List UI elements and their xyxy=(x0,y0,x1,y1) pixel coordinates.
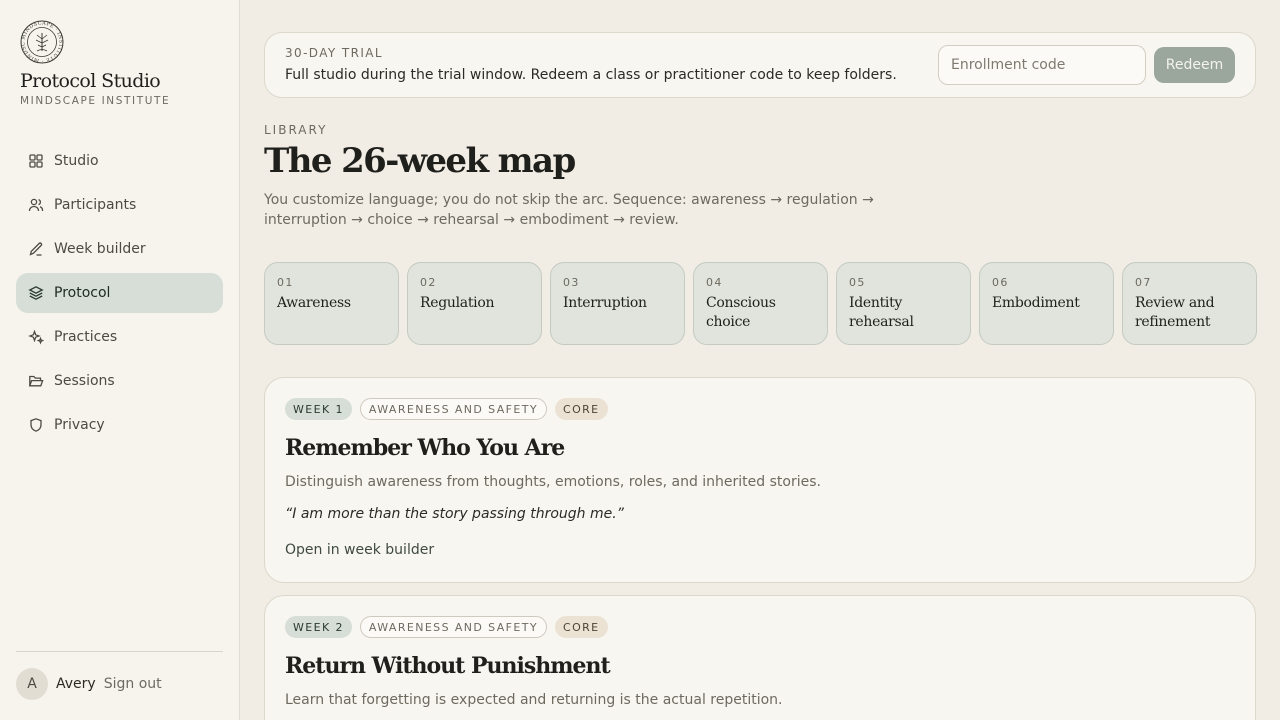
sidebar-item-practices[interactable]: Practices xyxy=(16,317,223,357)
phase-number: 06 xyxy=(992,276,1009,289)
trial-message: Full studio during the trial window. Red… xyxy=(285,67,897,83)
trial-banner: 30-DAY TRIAL Full studio during the tria… xyxy=(264,32,1256,98)
phase-name: Identity rehearsal xyxy=(849,295,914,330)
week-title: Remember Who You Are xyxy=(285,435,565,461)
section-eyebrow: LIBRARY xyxy=(264,123,328,137)
sidebar-item-week-builder[interactable]: Week builder xyxy=(16,229,223,269)
user-name: Avery xyxy=(56,676,96,692)
week-title: Return Without Punishment xyxy=(285,653,611,679)
week-tags: WEEK 2 AWARENESS AND SAFETY CORE xyxy=(285,616,616,638)
week-description: Learn that forgetting is expected and re… xyxy=(285,692,783,708)
tier-badge: CORE xyxy=(555,616,608,638)
phase-card-review[interactable]: 07 Review and refinement xyxy=(1122,262,1257,345)
sidebar-item-protocol[interactable]: Protocol xyxy=(16,273,223,313)
sidebar-divider xyxy=(16,651,223,652)
sidebar-item-label: Practices xyxy=(54,329,118,345)
phase-strip: 01 Awareness 02 Regulation 03 Interrupti… xyxy=(264,262,1257,345)
folder-open-icon xyxy=(28,373,44,389)
brand-title: Protocol Studio xyxy=(20,70,161,92)
phase-name: Interruption xyxy=(563,295,647,311)
phase-number: 07 xyxy=(1135,276,1152,289)
week-card: WEEK 1 AWARENESS AND SAFETY CORE Remembe… xyxy=(264,377,1256,583)
shield-icon xyxy=(28,417,44,433)
sidebar-item-sessions[interactable]: Sessions xyxy=(16,361,223,401)
sign-out-link[interactable]: Sign out xyxy=(104,676,162,692)
phase-name: Regulation xyxy=(420,295,495,311)
sidebar-item-participants[interactable]: Participants xyxy=(16,185,223,225)
phase-name: Conscious choice xyxy=(706,295,776,330)
theme-badge: AWARENESS AND SAFETY xyxy=(359,398,547,420)
sidebar-item-label: Participants xyxy=(54,197,137,213)
week-badge: WEEK 1 xyxy=(285,398,352,420)
week-tags: WEEK 1 AWARENESS AND SAFETY CORE xyxy=(285,398,616,420)
phase-number: 04 xyxy=(706,276,723,289)
pencil-icon xyxy=(28,241,44,257)
sidebar-item-label: Week builder xyxy=(54,241,146,257)
brand-subtitle: MINDSCAPE INSTITUTE xyxy=(20,95,171,107)
page-description: You customize language; you do not skip … xyxy=(264,192,874,228)
phase-card-regulation[interactable]: 02 Regulation xyxy=(407,262,542,345)
week-quote: “I am more than the story passing throug… xyxy=(285,506,624,522)
phase-number: 05 xyxy=(849,276,866,289)
phase-card-awareness[interactable]: 01 Awareness xyxy=(264,262,399,345)
sidebar-item-label: Studio xyxy=(54,153,99,169)
sidebar-item-privacy[interactable]: Privacy xyxy=(16,405,223,445)
enrollment-code-input[interactable] xyxy=(938,45,1146,85)
sidebar-item-studio[interactable]: Studio xyxy=(16,141,223,181)
phase-name: Embodiment xyxy=(992,295,1080,311)
mindscape-seal-logo: MINDSCAPE · INSTITUTE · MINDSCAPE · xyxy=(20,20,64,64)
page-title: The 26-week map xyxy=(264,141,576,181)
trial-eyebrow: 30-DAY TRIAL xyxy=(285,46,383,60)
phase-number: 03 xyxy=(563,276,580,289)
phase-number: 01 xyxy=(277,276,294,289)
grid-icon xyxy=(28,153,44,169)
tier-badge: CORE xyxy=(555,398,608,420)
redeem-button[interactable]: Redeem xyxy=(1154,47,1235,83)
layers-icon xyxy=(28,285,44,301)
week-description: Distinguish awareness from thoughts, emo… xyxy=(285,474,821,490)
sidebar-item-label: Protocol xyxy=(54,285,111,301)
sparkle-icon xyxy=(28,329,44,345)
sidebar: MINDSCAPE · INSTITUTE · MINDSCAPE · Prot… xyxy=(0,0,240,720)
sidebar-item-label: Privacy xyxy=(54,417,105,433)
week-card: WEEK 2 AWARENESS AND SAFETY CORE Return … xyxy=(264,595,1256,720)
avatar[interactable]: A xyxy=(16,668,48,700)
open-week-builder-link[interactable]: Open in week builder xyxy=(285,542,434,558)
phase-card-interruption[interactable]: 03 Interruption xyxy=(550,262,685,345)
theme-badge: AWARENESS AND SAFETY xyxy=(359,616,547,638)
phase-number: 02 xyxy=(420,276,437,289)
sidebar-nav: Studio Participants Week builder Protoco… xyxy=(16,141,223,449)
phase-card-embodiment[interactable]: 06 Embodiment xyxy=(979,262,1114,345)
sidebar-item-label: Sessions xyxy=(54,373,115,389)
week-badge: WEEK 2 xyxy=(285,616,352,638)
user-row: A Avery Sign out xyxy=(16,668,162,700)
phase-name: Awareness xyxy=(277,295,351,311)
users-icon xyxy=(28,197,44,213)
phase-card-conscious-choice[interactable]: 04 Conscious choice xyxy=(693,262,828,345)
phase-card-identity-rehearsal[interactable]: 05 Identity rehearsal xyxy=(836,262,971,345)
phase-name: Review and refinement xyxy=(1135,295,1215,330)
